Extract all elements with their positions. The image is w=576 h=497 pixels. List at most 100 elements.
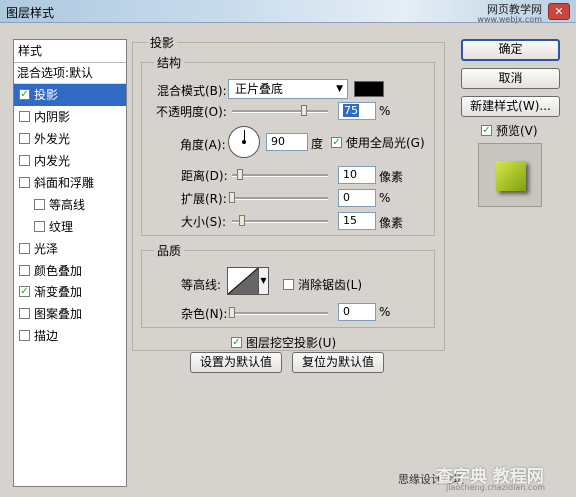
style-item[interactable]: 投影 xyxy=(14,84,126,106)
style-item-label: 纹理 xyxy=(49,219,74,234)
global-light-label: 使用全局光(G) xyxy=(346,136,425,150)
style-item-label: 外发光 xyxy=(34,132,71,147)
angle-input[interactable]: 90 xyxy=(266,133,308,151)
style-item-checkbox[interactable] xyxy=(34,198,45,210)
style-item-label: 颜色叠加 xyxy=(34,263,83,278)
style-item-checkbox[interactable] xyxy=(19,308,30,320)
knockout-checkbox[interactable] xyxy=(231,337,242,348)
style-item[interactable]: 等高线 xyxy=(14,193,126,215)
style-item[interactable]: 斜面和浮雕 xyxy=(14,172,126,194)
spread-slider-thumb[interactable] xyxy=(229,192,235,203)
chevron-down-icon: ▼ xyxy=(260,276,267,285)
title-bar: 图层样式 网页教学网 www.webjx.com ✕ xyxy=(0,0,576,24)
noise-unit: % xyxy=(379,305,391,319)
opacity-slider-thumb[interactable] xyxy=(301,105,307,116)
distance-unit: 像素 xyxy=(379,170,404,184)
style-item-label: 等高线 xyxy=(49,197,86,212)
close-icon: ✕ xyxy=(554,5,564,18)
noise-slider[interactable] xyxy=(229,307,328,318)
angle-dial[interactable] xyxy=(228,126,260,158)
knockout-label: 图层挖空投影(U) xyxy=(246,336,337,350)
antialias-checkbox[interactable] xyxy=(283,279,294,290)
style-item[interactable]: 渐变叠加 xyxy=(14,281,126,303)
style-item-checkbox[interactable] xyxy=(19,177,30,188)
structure-title: 结构 xyxy=(154,54,185,71)
contour-dropdown-button[interactable]: ▼ xyxy=(259,267,269,295)
contour-curve xyxy=(228,268,258,294)
antialias-toggle[interactable]: 消除锯齿(L) xyxy=(283,276,362,293)
noise-input[interactable]: 0 xyxy=(338,303,376,321)
style-item-label: 内阴影 xyxy=(34,110,71,125)
reset-default-button[interactable]: 复位为默认值 xyxy=(292,352,384,373)
style-item-label: 图案叠加 xyxy=(34,307,83,322)
ok-button[interactable]: 确定 xyxy=(461,39,560,61)
style-item[interactable]: 内发光 xyxy=(14,150,126,172)
blend-options-item[interactable]: 混合选项:默认 xyxy=(14,63,126,84)
contour-label: 等高线: xyxy=(181,278,222,292)
angle-dial-center xyxy=(242,140,246,144)
distance-label: 距离(D): xyxy=(181,169,228,183)
angle-label: 角度(A): xyxy=(180,138,226,152)
size-slider[interactable] xyxy=(232,215,328,226)
distance-input[interactable]: 10 xyxy=(338,166,376,184)
size-input[interactable]: 15 xyxy=(338,212,376,230)
style-item-label: 内发光 xyxy=(34,154,71,169)
style-item[interactable]: 纹理 xyxy=(14,215,126,237)
quality-title: 品质 xyxy=(154,242,185,259)
styles-list: 样式 混合选项:默认 投影内阴影外发光内发光斜面和浮雕等高线纹理光泽颜色叠加渐变… xyxy=(13,39,127,487)
knockout-toggle[interactable]: 图层挖空投影(U) xyxy=(231,334,336,351)
style-item[interactable]: 图案叠加 xyxy=(14,303,126,325)
style-item-checkbox[interactable] xyxy=(19,133,30,145)
blend-mode-value: 正片叠底 xyxy=(235,82,284,96)
preview-checkbox[interactable] xyxy=(481,125,492,136)
footer-watermark-url: jiaocheng.chazidian.com xyxy=(446,483,546,492)
style-item[interactable]: 外发光 xyxy=(14,128,126,150)
shadow-color-swatch[interactable] xyxy=(354,81,384,97)
style-item-checkbox[interactable] xyxy=(19,330,30,342)
style-item-label: 渐变叠加 xyxy=(34,285,83,300)
global-light-toggle[interactable]: 使用全局光(G) xyxy=(331,134,425,151)
style-item[interactable]: 光泽 xyxy=(14,237,126,259)
style-item-checkbox[interactable] xyxy=(19,242,30,254)
style-item-label: 斜面和浮雕 xyxy=(34,176,95,190)
noise-label: 杂色(N): xyxy=(181,307,228,321)
style-preview-swatch xyxy=(496,161,526,191)
style-item-checkbox[interactable] xyxy=(19,286,30,298)
close-button[interactable]: ✕ xyxy=(548,3,570,20)
make-default-button[interactable]: 设置为默认值 xyxy=(190,352,282,373)
style-preview xyxy=(478,143,542,207)
style-item-checkbox[interactable] xyxy=(19,155,30,167)
size-slider-thumb[interactable] xyxy=(239,215,245,226)
styles-header[interactable]: 样式 xyxy=(14,40,126,63)
style-item-checkbox[interactable] xyxy=(19,111,30,123)
new-style-button[interactable]: 新建样式(W)... xyxy=(461,96,560,117)
noise-slider-thumb[interactable] xyxy=(229,307,235,318)
antialias-label: 消除锯齿(L) xyxy=(298,278,363,292)
global-light-checkbox[interactable] xyxy=(331,137,342,148)
style-item-label: 描边 xyxy=(34,329,59,344)
style-item-checkbox[interactable] xyxy=(19,264,30,276)
angle-unit: 度 xyxy=(311,137,324,151)
distance-slider-thumb[interactable] xyxy=(237,169,243,180)
chevron-down-icon: ▼ xyxy=(336,84,343,94)
spread-slider[interactable] xyxy=(229,192,328,203)
style-item[interactable]: 颜色叠加 xyxy=(14,259,126,281)
style-item[interactable]: 描边 xyxy=(14,325,126,347)
style-item-checkbox[interactable] xyxy=(19,89,30,101)
blend-mode-select[interactable]: 正片叠底 ▼ xyxy=(228,79,348,99)
opacity-unit: % xyxy=(379,104,391,118)
drop-shadow-title: 投影 xyxy=(147,34,178,51)
distance-slider[interactable] xyxy=(232,169,328,180)
cancel-button[interactable]: 取消 xyxy=(461,68,560,89)
blend-mode-label: 混合模式(B): xyxy=(157,84,227,98)
opacity-input[interactable]: 75 xyxy=(338,102,376,120)
spread-input[interactable]: 0 xyxy=(338,189,376,207)
watermark-site-url: www.webjx.com xyxy=(477,15,542,24)
style-item[interactable]: 内阴影 xyxy=(14,106,126,128)
spread-label: 扩展(R): xyxy=(181,192,227,206)
opacity-slider[interactable] xyxy=(232,105,328,116)
contour-picker[interactable] xyxy=(227,267,259,295)
style-item-checkbox[interactable] xyxy=(34,220,45,232)
style-item-label: 光泽 xyxy=(34,241,59,256)
preview-toggle[interactable]: 预览(V) xyxy=(481,122,538,139)
